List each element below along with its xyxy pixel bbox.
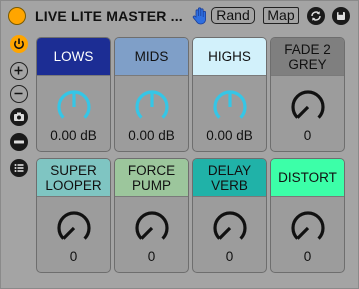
macro-knob[interactable] bbox=[289, 88, 327, 126]
macro-value: 0 bbox=[303, 249, 312, 264]
list-icon bbox=[14, 164, 24, 172]
macro-knob[interactable] bbox=[211, 209, 249, 247]
orange-toggle-button[interactable] bbox=[10, 35, 28, 53]
macro-knob[interactable] bbox=[133, 88, 171, 126]
minus-button[interactable] bbox=[10, 85, 28, 103]
macro-panel[interactable]: HIGHS 0.00 dB bbox=[192, 37, 267, 152]
macro-value: 0 bbox=[225, 249, 234, 264]
macro-label: MIDS bbox=[115, 38, 188, 76]
macro-value: 0.00 dB bbox=[128, 128, 175, 143]
plus-icon bbox=[14, 66, 23, 75]
device-title[interactable]: LIVE LITE MASTER ... bbox=[35, 8, 183, 24]
macro-value: 0 bbox=[69, 249, 78, 264]
hand-icon[interactable] bbox=[192, 6, 208, 26]
macro-panel[interactable]: MIDS 0.00 dB bbox=[114, 37, 189, 152]
device-power-button[interactable] bbox=[8, 7, 26, 25]
power-icon bbox=[14, 38, 24, 50]
macro-label: FADE 2 GREY bbox=[271, 38, 344, 76]
macro-label: HIGHS bbox=[193, 38, 266, 76]
rand-button[interactable]: Rand bbox=[211, 7, 255, 24]
plus-button[interactable] bbox=[10, 62, 28, 80]
snapshot-button[interactable] bbox=[10, 108, 28, 126]
macro-value: 0 bbox=[147, 249, 156, 264]
macro-value: 0 bbox=[303, 128, 312, 143]
macro-label: DELAY VERB bbox=[193, 159, 266, 197]
refresh-icon bbox=[311, 11, 321, 21]
macro-value: 0.00 dB bbox=[206, 128, 253, 143]
macro-panel[interactable]: SUPER LOOPER 0 bbox=[36, 158, 111, 273]
macro-label: DISTORT bbox=[271, 159, 344, 197]
macro-panel[interactable]: LOWS 0.00 dB bbox=[36, 37, 111, 152]
save-button[interactable] bbox=[332, 7, 350, 25]
dash-icon bbox=[14, 140, 24, 144]
bar-button[interactable] bbox=[10, 133, 28, 151]
macro-value: 0.00 dB bbox=[50, 128, 97, 143]
macro-knob[interactable] bbox=[211, 88, 249, 126]
macro-panel[interactable]: FORCE PUMP 0 bbox=[114, 158, 189, 273]
macro-knob[interactable] bbox=[55, 209, 93, 247]
minus-icon bbox=[14, 92, 23, 95]
macro-panel[interactable]: FADE 2 GREY 0 bbox=[270, 37, 345, 152]
macro-label: LOWS bbox=[37, 38, 110, 76]
save-icon bbox=[337, 12, 345, 20]
macro-knob[interactable] bbox=[289, 209, 327, 247]
macro-panel[interactable]: DELAY VERB 0 bbox=[192, 158, 267, 273]
macro-label: SUPER LOOPER bbox=[37, 159, 110, 197]
camera-icon bbox=[14, 112, 24, 121]
map-button[interactable]: Map bbox=[263, 7, 299, 24]
device-panel: LIVE LITE MASTER ... Rand Map LOWS 0.00 … bbox=[0, 0, 359, 289]
macro-knob[interactable] bbox=[55, 88, 93, 126]
macro-panel[interactable]: DISTORT 0 bbox=[270, 158, 345, 273]
list-button[interactable] bbox=[10, 159, 28, 177]
refresh-button[interactable] bbox=[307, 7, 325, 25]
macro-knob[interactable] bbox=[133, 209, 171, 247]
macro-label: FORCE PUMP bbox=[115, 159, 188, 197]
title-bar: LIVE LITE MASTER ... Rand Map bbox=[1, 1, 358, 31]
